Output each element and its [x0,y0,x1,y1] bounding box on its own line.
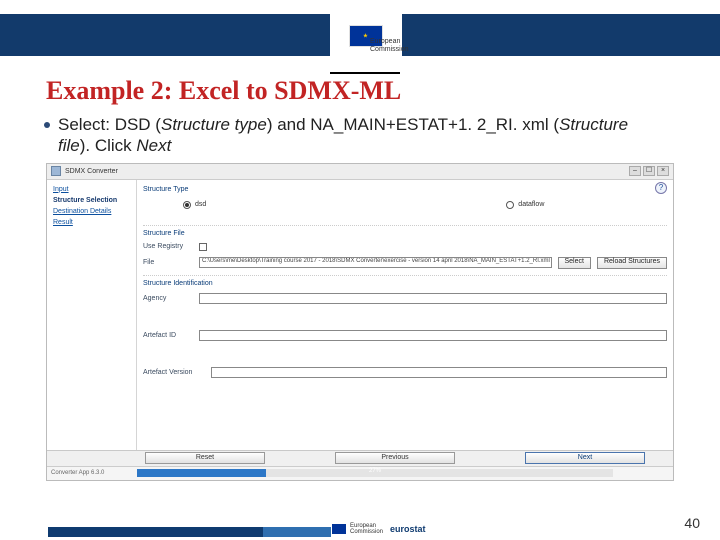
t1: Select: DSD ( [58,115,161,134]
agency-row: Agency [143,293,667,304]
eurostat-label: eurostat [387,523,429,535]
window-title: SDMX Converter [65,168,629,175]
slide-banner: European Commission [0,0,720,72]
close-button[interactable]: × [657,166,669,176]
converter-window: SDMX Converter – ☐ × Input Structure Sel… [46,163,674,481]
next-button[interactable]: Next [525,452,645,464]
app-version-label: Converter App 6.3.0 [47,470,137,476]
ec-line1: European [370,38,409,46]
slide-footer: European Commission eurostat 40 [0,509,720,537]
reset-button[interactable]: Reset [145,452,265,464]
wizard-sidebar: Input Structure Selection Destination De… [47,180,137,480]
reload-structures-button[interactable]: Reload Structures [597,257,667,269]
footer-accent-bar-2 [263,527,331,537]
file-label: File [143,259,193,266]
use-registry-checkbox[interactable] [199,243,207,251]
app-icon [51,166,61,176]
help-button[interactable]: ? [655,182,667,194]
structure-file-group: Structure File [143,225,667,237]
eu-flag-mini-icon [332,524,346,534]
banner-underline [330,72,400,74]
agency-input[interactable] [199,293,667,304]
artefact-version-label: Artefact Version [143,369,205,376]
agency-label: Agency [143,295,193,302]
artefact-id-label: Artefact ID [143,332,193,339]
sidebar-item-structure-selection[interactable]: Structure Selection [47,195,136,206]
instruction-bullet: Select: DSD (Structure type) and NA_MAIN… [0,108,720,159]
t6: Next [136,136,171,155]
artefact-id-input[interactable] [199,330,667,341]
structure-identification-group: Structure Identification [143,275,667,287]
wizard-main: ? Structure Type dsd dataflow Structure … [137,180,673,480]
radio-dsd[interactable]: dsd [183,201,206,209]
progress-label: 27% [369,468,381,474]
sidebar-item-input[interactable]: Input [47,184,136,195]
footer-ec-2: Commission [350,529,383,535]
artefact-version-row: Artefact Version [143,367,667,378]
structure-type-label: Structure Type [143,186,667,193]
bullet-icon [44,122,50,128]
radio-dataflow-circle [506,201,514,209]
select-button[interactable]: Select [558,257,591,269]
slide-title: Example 2: Excel to SDMX-ML [0,72,720,108]
maximize-button[interactable]: ☐ [643,166,655,176]
sidebar-item-result[interactable]: Result [47,217,136,228]
t5: ). Click [80,136,137,155]
artefact-version-input[interactable] [211,367,667,378]
statusbar: Converter App 6.3.0 27% [47,466,673,480]
previous-button[interactable]: Previous [335,452,455,464]
radio-dataflow-label: dataflow [518,201,544,208]
radio-dataflow[interactable]: dataflow [506,201,544,209]
ec-text: European Commission [370,38,409,53]
titlebar[interactable]: SDMX Converter – ☐ × [47,164,673,180]
file-row: File C:\Users\me\Desktop\Training course… [143,257,667,269]
ec-line2: Commission [370,46,409,54]
radio-dsd-label: dsd [195,201,206,208]
file-input[interactable]: C:\Users\me\Desktop\Training course 2017… [199,257,552,268]
wizard-navbar: Reset Previous Next [47,450,673,466]
ec-logo [330,0,402,72]
artefact-id-row: Artefact ID [143,330,667,341]
structure-type-radios: dsd dataflow [143,195,667,219]
footer-ec-text: European Commission [350,523,383,535]
minimize-button[interactable]: – [629,166,641,176]
instruction-text: Select: DSD (Structure type) and NA_MAIN… [58,114,662,157]
footer-accent-bar-1 [48,527,263,537]
progress-bar: 27% [137,469,613,477]
progress-fill [137,469,266,477]
t2: Structure type [161,115,267,134]
use-registry-row: Use Registry [143,243,667,251]
use-registry-label: Use Registry [143,243,193,250]
slide-number: 40 [684,515,700,531]
sidebar-item-destination-details[interactable]: Destination Details [47,206,136,217]
footer-logo: European Commission eurostat [332,521,429,537]
t3: ) and NA_MAIN+ESTAT+1. 2_RI. xml ( [267,115,559,134]
radio-dsd-dot [185,203,189,207]
radio-dsd-circle [183,201,191,209]
